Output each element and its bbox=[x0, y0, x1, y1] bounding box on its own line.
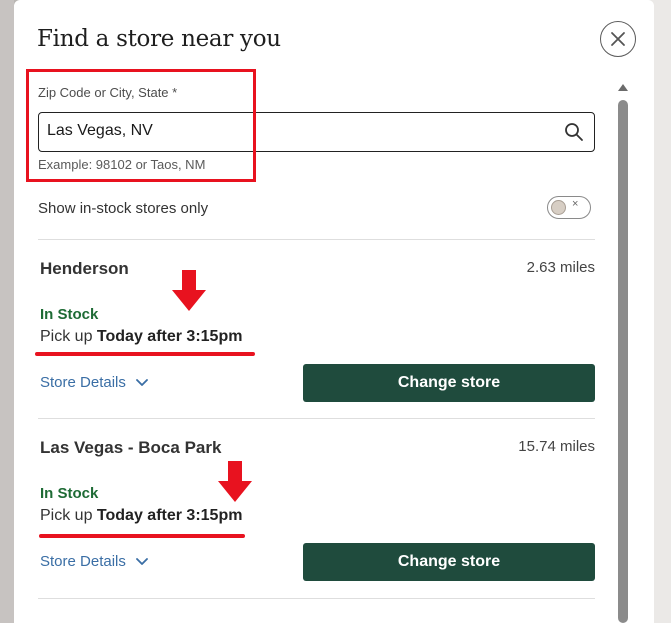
close-button[interactable] bbox=[600, 21, 636, 57]
store-details-label: Store Details bbox=[40, 553, 126, 570]
scrollbar[interactable] bbox=[616, 84, 630, 623]
close-icon bbox=[611, 32, 625, 46]
store-distance: 15.74 miles bbox=[518, 438, 595, 455]
annotation-highlight-box bbox=[26, 69, 256, 182]
annotation-underline bbox=[39, 534, 245, 538]
annotation-underline bbox=[35, 352, 255, 356]
modal-title: Find a store near you bbox=[37, 26, 281, 52]
pickup-prefix: Pick up bbox=[40, 328, 93, 345]
store-details-link[interactable]: Store Details bbox=[40, 374, 148, 391]
background-page-left bbox=[0, 0, 14, 623]
change-store-button[interactable]: Change store bbox=[303, 543, 595, 581]
chevron-down-icon bbox=[135, 378, 148, 386]
store-name: Las Vegas - Boca Park bbox=[40, 438, 222, 457]
in-stock-filter-label: Show in-stock stores only bbox=[38, 200, 209, 217]
pickup-prefix: Pick up bbox=[40, 507, 93, 524]
stock-status: In Stock bbox=[40, 485, 99, 502]
change-store-button[interactable]: Change store bbox=[303, 364, 595, 402]
search-icon[interactable] bbox=[564, 122, 584, 147]
store-name: Henderson bbox=[40, 259, 129, 278]
divider bbox=[38, 598, 595, 599]
scroll-up-arrow-icon[interactable] bbox=[618, 84, 628, 91]
pickup-time: Today after 3:15pm bbox=[96, 328, 243, 345]
toggle-off-icon: × bbox=[572, 198, 579, 210]
store-finder-modal: Find a store near you Zip Code or City, … bbox=[14, 0, 654, 623]
pickup-time: Today after 3:15pm bbox=[96, 507, 243, 524]
in-stock-toggle[interactable]: × bbox=[547, 196, 591, 219]
annotation-arrow-icon bbox=[217, 461, 253, 508]
divider bbox=[38, 239, 595, 240]
store-details-link[interactable]: Store Details bbox=[40, 553, 148, 570]
divider bbox=[38, 418, 595, 419]
store-details-label: Store Details bbox=[40, 374, 126, 391]
store-distance: 2.63 miles bbox=[526, 259, 595, 276]
scrollbar-thumb[interactable] bbox=[618, 100, 628, 623]
stock-status: In Stock bbox=[40, 306, 99, 323]
pickup-info: Pick up Today after 3:15pm bbox=[40, 328, 242, 346]
pickup-info: Pick up Today after 3:15pm bbox=[40, 507, 242, 525]
annotation-arrow-icon bbox=[171, 270, 207, 317]
toggle-knob bbox=[551, 200, 566, 215]
chevron-down-icon bbox=[135, 557, 148, 565]
